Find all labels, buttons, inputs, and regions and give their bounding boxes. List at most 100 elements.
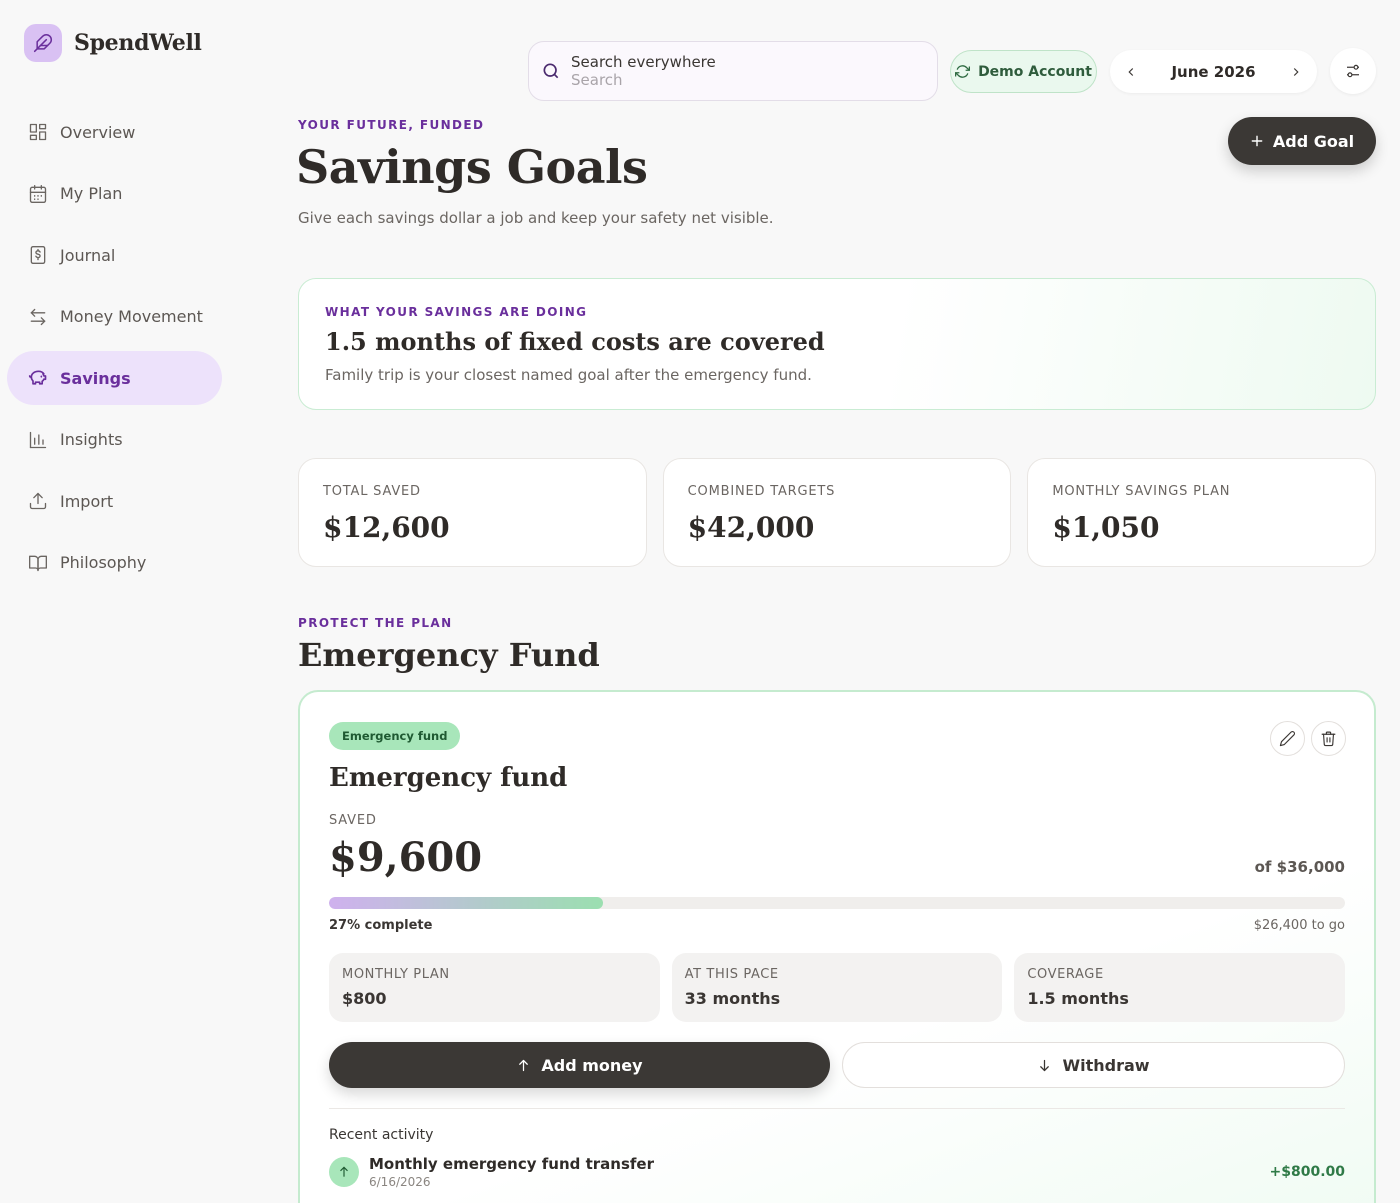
section-title: Emergency Fund bbox=[298, 636, 600, 674]
sidebar-item-label: Savings bbox=[60, 368, 131, 388]
saved-amount: $9,600 bbox=[329, 834, 483, 881]
metric-coverage: COVERAGE 1.5 months bbox=[1014, 953, 1346, 1022]
sidebar-item-import[interactable]: Import bbox=[7, 474, 222, 528]
piggy-bank-icon bbox=[28, 370, 47, 385]
goal-metrics: MONTHLY PLAN $800 AT THIS PACE 33 months… bbox=[329, 953, 1346, 1022]
stat-label: TOTAL SAVED bbox=[323, 484, 421, 499]
stat-value: $12,600 bbox=[323, 511, 450, 544]
demo-account-button[interactable]: Demo Account bbox=[950, 50, 1097, 93]
arrow-down-icon bbox=[1040, 1059, 1050, 1071]
savings-insight-card: WHAT YOUR SAVINGS ARE DOING 1.5 months o… bbox=[298, 278, 1376, 410]
sidebar: SpendWell Overview My Plan Journal Money… bbox=[0, 0, 240, 1203]
metric-label: COVERAGE bbox=[1027, 967, 1104, 982]
plus-icon bbox=[1251, 135, 1263, 147]
activity-date: 6/16/2026 bbox=[369, 1175, 431, 1189]
add-goal-label: Add Goal bbox=[1272, 131, 1355, 151]
recent-activity-title: Recent activity bbox=[329, 1127, 434, 1143]
upload-icon bbox=[29, 492, 47, 510]
pencil-icon bbox=[1279, 731, 1295, 747]
month-selector: June 2026 bbox=[1110, 50, 1317, 93]
edit-goal-button[interactable] bbox=[1270, 721, 1305, 756]
search-icon bbox=[543, 63, 559, 79]
feather-icon bbox=[24, 24, 62, 62]
withdraw-label: Withdraw bbox=[1062, 1055, 1150, 1075]
add-goal-button[interactable]: Add Goal bbox=[1228, 117, 1376, 165]
add-money-button[interactable]: Add money bbox=[329, 1042, 830, 1088]
activity-name: Monthly emergency fund transfer bbox=[369, 1155, 654, 1173]
chevron-left-icon[interactable] bbox=[1124, 65, 1138, 79]
settings-button[interactable] bbox=[1330, 48, 1376, 94]
stat-monthly-savings-plan: MONTHLY SAVINGS PLAN $1,050 bbox=[1027, 458, 1377, 567]
activity-amount: +$800.00 bbox=[1269, 1164, 1346, 1180]
calendar-icon bbox=[29, 184, 47, 203]
sidebar-item-label: Overview bbox=[60, 122, 136, 142]
brand[interactable]: SpendWell bbox=[24, 24, 202, 62]
sidebar-item-label: Philosophy bbox=[60, 553, 147, 572]
goal-name: Emergency fund bbox=[329, 763, 568, 793]
brand-name: SpendWell bbox=[74, 30, 202, 56]
stats-row: TOTAL SAVED $12,600 COMBINED TARGETS $42… bbox=[298, 458, 1377, 567]
bar-chart-icon bbox=[29, 431, 47, 448]
goal-target: of $36,000 bbox=[1254, 858, 1345, 876]
amount-to-go: $26,400 to go bbox=[1253, 918, 1345, 933]
search-input[interactable] bbox=[571, 71, 911, 89]
sidebar-item-label: Money Movement bbox=[60, 307, 203, 326]
sidebar-item-philosophy[interactable]: Philosophy bbox=[7, 536, 222, 590]
refresh-icon bbox=[955, 65, 971, 78]
progress-percent: 27% complete bbox=[329, 918, 433, 933]
chevron-right-icon[interactable] bbox=[1289, 65, 1303, 79]
metric-value: $800 bbox=[342, 989, 387, 1008]
page-subtitle: Give each savings dollar a job and keep … bbox=[298, 209, 774, 227]
sliders-icon bbox=[1347, 64, 1359, 78]
dashboard-icon bbox=[29, 123, 47, 141]
stat-total-saved: TOTAL SAVED $12,600 bbox=[298, 458, 647, 567]
add-money-label: Add money bbox=[541, 1055, 643, 1075]
sidebar-item-my-plan[interactable]: My Plan bbox=[7, 167, 222, 221]
goal-tag: Emergency fund bbox=[329, 722, 461, 750]
emergency-fund-card: Emergency fund Emergency fund SAVED $9,6… bbox=[298, 690, 1376, 1203]
trash-icon bbox=[1321, 731, 1336, 747]
sidebar-item-label: Insights bbox=[60, 430, 123, 449]
sidebar-item-insights[interactable]: Insights bbox=[7, 413, 222, 467]
stat-value: $1,050 bbox=[1052, 511, 1160, 544]
insight-description: Family trip is your closest named goal a… bbox=[325, 366, 812, 384]
sidebar-item-savings[interactable]: Savings bbox=[7, 351, 222, 405]
metric-at-this-pace: AT THIS PACE 33 months bbox=[671, 953, 1003, 1022]
sidebar-item-money-movement[interactable]: Money Movement bbox=[7, 290, 222, 344]
sidebar-item-label: Journal bbox=[60, 245, 116, 265]
stat-label: MONTHLY SAVINGS PLAN bbox=[1052, 484, 1231, 499]
metric-label: AT THIS PACE bbox=[684, 967, 779, 982]
divider bbox=[329, 1108, 1345, 1109]
card-actions bbox=[1270, 721, 1346, 756]
metric-value: 33 months bbox=[684, 989, 781, 1008]
search-label: Search everywhere bbox=[571, 53, 716, 71]
book-icon bbox=[29, 555, 47, 571]
withdraw-button[interactable]: Withdraw bbox=[842, 1042, 1345, 1088]
progress-fill bbox=[329, 897, 604, 909]
stat-combined-targets: COMBINED TARGETS $42,000 bbox=[662, 458, 1012, 567]
page-title: Savings Goals bbox=[296, 140, 648, 194]
stat-label: COMBINED TARGETS bbox=[687, 484, 836, 499]
metric-monthly-plan: MONTHLY PLAN $800 bbox=[329, 953, 660, 1022]
sidebar-item-label: Import bbox=[60, 491, 114, 511]
stat-value: $42,000 bbox=[687, 511, 815, 544]
arrows-left-right-icon bbox=[30, 308, 46, 325]
sidebar-item-label: My Plan bbox=[60, 184, 123, 203]
insight-eyebrow: WHAT YOUR SAVINGS ARE DOING bbox=[325, 305, 588, 319]
sidebar-item-overview[interactable]: Overview bbox=[7, 105, 222, 159]
delete-goal-button[interactable] bbox=[1311, 721, 1346, 756]
receipt-icon bbox=[30, 246, 46, 264]
progress-bar bbox=[329, 897, 1345, 909]
metric-label: MONTHLY PLAN bbox=[342, 967, 450, 982]
activity-item[interactable]: Monthly emergency fund transfer 6/16/202… bbox=[329, 1155, 1345, 1189]
arrow-up-icon bbox=[519, 1059, 529, 1071]
current-month: June 2026 bbox=[1171, 62, 1256, 81]
search-box[interactable]: Search everywhere bbox=[528, 41, 938, 101]
metric-value: 1.5 months bbox=[1027, 989, 1129, 1008]
insight-title: 1.5 months of fixed costs are covered bbox=[325, 327, 825, 356]
section-eyebrow: PROTECT THE PLAN bbox=[298, 616, 453, 630]
sidebar-nav: Overview My Plan Journal Money Movement … bbox=[7, 105, 222, 597]
page-eyebrow: YOUR FUTURE, FUNDED bbox=[298, 118, 485, 132]
demo-account-label: Demo Account bbox=[978, 63, 1092, 80]
sidebar-item-journal[interactable]: Journal bbox=[7, 228, 222, 282]
